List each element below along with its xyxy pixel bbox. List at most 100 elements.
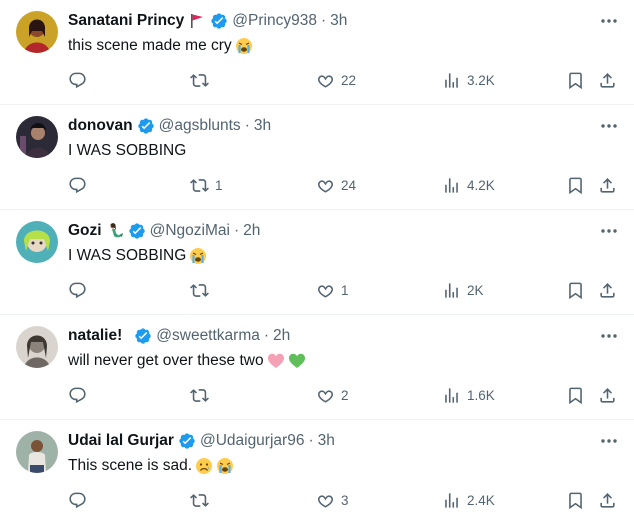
action-bar: 2 1.6K: [68, 383, 618, 407]
like-button[interactable]: 1: [316, 278, 349, 302]
reply-header: donovan @agsblunts · 3h: [68, 115, 271, 137]
heart-icon: [317, 284, 334, 298]
handle[interactable]: @NgoziMai: [150, 220, 230, 242]
crying-face-icon: [216, 457, 234, 475]
share-button[interactable]: [598, 68, 617, 92]
bookmark-button[interactable]: [566, 173, 585, 197]
more-options-icon[interactable]: [598, 222, 620, 240]
repost-button[interactable]: [190, 278, 215, 302]
like-button[interactable]: 3: [316, 488, 349, 512]
reply-text: I WAS SOBBING: [68, 245, 207, 267]
display-name[interactable]: donovan: [68, 115, 133, 137]
display-name[interactable]: Sanatani Princy: [68, 10, 184, 32]
reply-icon: [69, 177, 86, 193]
repost-button[interactable]: [190, 383, 215, 407]
repost-button[interactable]: [190, 68, 215, 92]
timestamp[interactable]: 3h: [254, 115, 271, 137]
reply-item[interactable]: donovan @agsblunts · 3h I WAS SOBBING 1: [0, 105, 634, 210]
timestamp[interactable]: 2h: [273, 325, 290, 347]
reply-text-content: This scene is sad.: [68, 457, 193, 474]
reply-text-content: will never get over these two: [68, 352, 264, 369]
like-count: 3: [341, 492, 349, 508]
crying-face-icon: [189, 247, 207, 265]
handle[interactable]: @Udaigurjar96: [200, 430, 304, 452]
verified-badge-icon[interactable]: [210, 12, 228, 30]
display-name[interactable]: Gozi: [68, 220, 102, 242]
display-name[interactable]: Udai lal Gurjar: [68, 430, 174, 452]
share-button[interactable]: [598, 488, 617, 512]
reply-icon: [69, 72, 86, 88]
like-button[interactable]: 22: [316, 68, 356, 92]
bookmark-button[interactable]: [566, 383, 585, 407]
heart-icon: [317, 494, 334, 508]
reply-header: Sanatani Princy @Princy938 · 3h: [68, 10, 347, 32]
verified-badge-icon[interactable]: [128, 222, 146, 240]
bookmark-button[interactable]: [566, 488, 585, 512]
reply-item[interactable]: Sanatani Princy @Princy938 · 3h this sce…: [0, 0, 634, 105]
views-icon: [445, 387, 458, 403]
reply-button[interactable]: [68, 173, 93, 197]
red-flag-icon: [188, 12, 206, 30]
timestamp[interactable]: 3h: [318, 430, 335, 452]
like-button[interactable]: 24: [316, 173, 356, 197]
bookmark-icon: [569, 72, 582, 89]
views-button[interactable]: 2K: [442, 278, 484, 302]
bookmark-icon: [569, 177, 582, 194]
avatar[interactable]: [16, 326, 58, 368]
more-options-icon[interactable]: [598, 12, 620, 30]
more-options-icon[interactable]: [598, 432, 620, 450]
reply-item[interactable]: Gozi @NgoziMai · 2h I WAS SOBBING 1 2K: [0, 210, 634, 315]
reply-item[interactable]: Udai lal Gurjar @Udaigurjar96 · 3h This …: [0, 420, 634, 525]
action-bar: 1 2K: [68, 278, 618, 302]
like-count: 22: [341, 72, 357, 88]
more-options-icon[interactable]: [598, 117, 620, 135]
bookmark-icon: [569, 387, 582, 404]
views-button[interactable]: 1.6K: [442, 383, 495, 407]
more-options-icon[interactable]: [598, 327, 620, 345]
bookmark-button[interactable]: [566, 68, 585, 92]
verified-badge-icon[interactable]: [134, 327, 152, 345]
separator: ·: [244, 117, 250, 134]
avatar[interactable]: [16, 11, 58, 53]
view-count: 3.2K: [467, 72, 495, 88]
repost-button[interactable]: [190, 488, 215, 512]
sad-face-icon: [195, 457, 213, 475]
verified-badge-icon[interactable]: [137, 117, 155, 135]
reply-button[interactable]: [68, 68, 93, 92]
bookmark-button[interactable]: [566, 278, 585, 302]
repost-icon: [190, 388, 209, 402]
reply-header: Udai lal Gurjar @Udaigurjar96 · 3h: [68, 430, 335, 452]
handle[interactable]: @agsblunts: [159, 115, 241, 137]
verified-badge-icon[interactable]: [178, 432, 196, 450]
views-button[interactable]: 2.4K: [442, 488, 495, 512]
share-icon: [600, 282, 615, 298]
avatar[interactable]: [16, 431, 58, 473]
reply-header: Gozi @NgoziMai · 2h: [68, 220, 260, 242]
handle[interactable]: @sweettkarma: [156, 325, 260, 347]
reply-button[interactable]: [68, 488, 93, 512]
share-button[interactable]: [598, 278, 617, 302]
avatar[interactable]: [16, 221, 58, 263]
share-button[interactable]: [598, 173, 617, 197]
timestamp[interactable]: 3h: [330, 10, 347, 32]
like-button[interactable]: 2: [316, 383, 349, 407]
share-button[interactable]: [598, 383, 617, 407]
reply-icon: [69, 387, 86, 403]
view-count: 2K: [467, 282, 484, 298]
repost-button[interactable]: 1: [190, 173, 223, 197]
display-name[interactable]: natalie!: [68, 325, 122, 347]
reply-item[interactable]: natalie! @sweettkarma · 2h will never ge…: [0, 315, 634, 420]
avatar[interactable]: [16, 116, 58, 158]
views-icon: [445, 492, 458, 508]
handle[interactable]: @Princy938: [232, 10, 317, 32]
repost-icon: [190, 73, 209, 87]
views-button[interactable]: 3.2K: [442, 68, 495, 92]
share-icon: [600, 72, 615, 88]
reply-button[interactable]: [68, 383, 93, 407]
reply-button[interactable]: [68, 278, 93, 302]
views-button[interactable]: 4.2K: [442, 173, 495, 197]
like-count: 2: [341, 387, 349, 403]
reply-text-content: I WAS SOBBING: [68, 247, 187, 264]
like-count: 1: [341, 282, 349, 298]
timestamp[interactable]: 2h: [243, 220, 260, 242]
